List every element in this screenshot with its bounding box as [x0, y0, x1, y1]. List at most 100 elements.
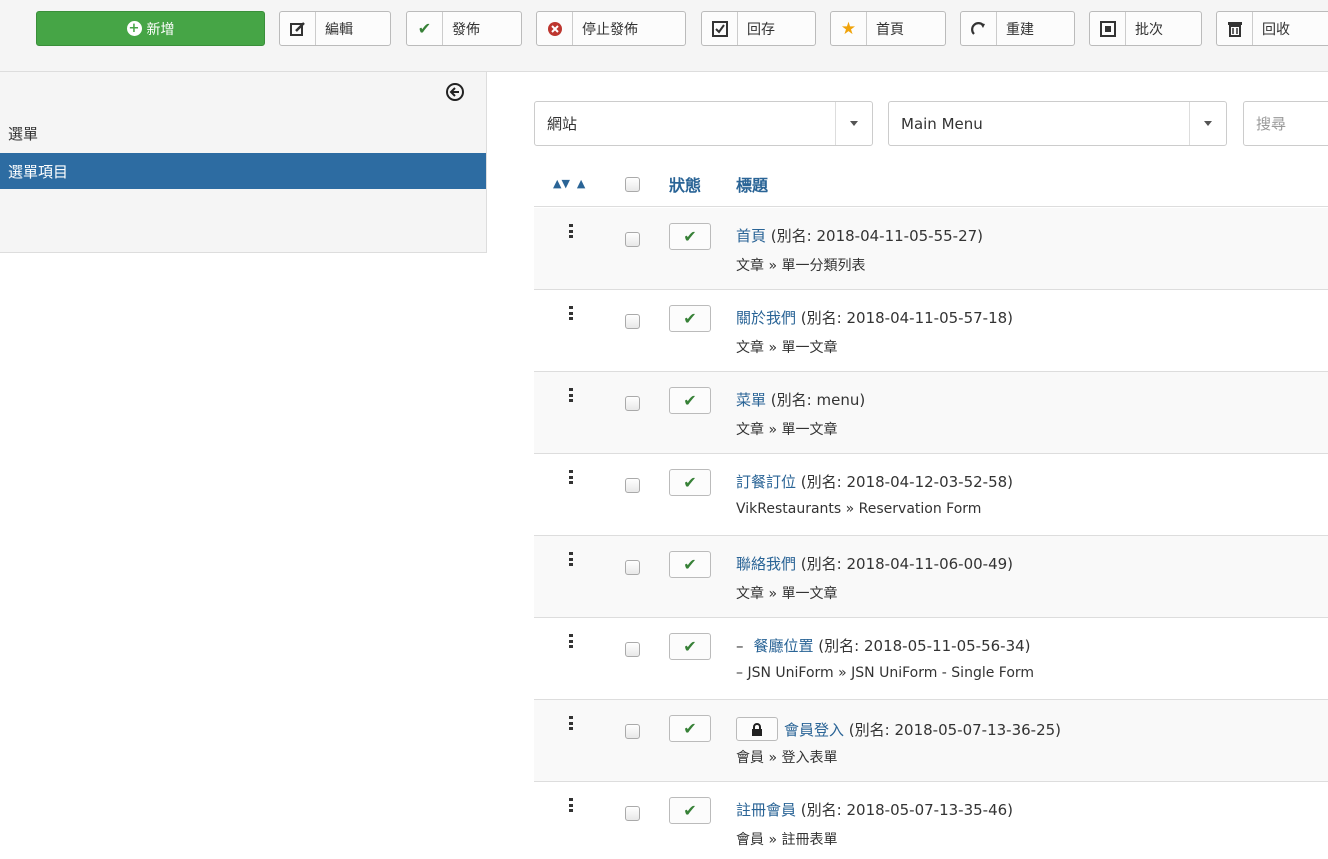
item-title-link[interactable]: 關於我們 [736, 307, 796, 328]
alias-value: 2018-04-12-03-52-58 [846, 473, 1008, 491]
trash-label: 回收 [1262, 21, 1290, 38]
item-alias: (別名: 2018-05-07-13-36-25) [844, 720, 1062, 739]
check-icon: ✔ [683, 390, 697, 410]
drag-handle-icon[interactable] [569, 470, 573, 484]
alias-value: 2018-04-11-05-55-27 [816, 227, 978, 245]
drag-handle-icon[interactable] [569, 716, 573, 730]
home-label: 首頁 [876, 21, 904, 38]
table-row: ✔ – 餐廳位置 (別名: 2018-05-11-05-56-34) – JSN Un… [534, 618, 1328, 700]
row-checkbox[interactable] [625, 806, 640, 821]
checkin-button[interactable]: 回存 [701, 11, 816, 46]
status-toggle-button[interactable]: ✔ [669, 551, 711, 578]
check-icon: ✔ [683, 718, 697, 738]
item-title-link[interactable]: 菜單 [736, 389, 766, 410]
item-type: 文章 » 單一文章 [736, 422, 838, 438]
rebuild-button[interactable]: 重建 [960, 11, 1075, 46]
check-icon: ✔ [683, 226, 697, 246]
status-toggle-button[interactable]: ✔ [669, 387, 711, 414]
sort-icon[interactable]: ▲▼ ▲ [553, 177, 585, 190]
table-row: ✔ 會員登入 (別名: 2018-05-07-13-36-25) 會員 » 登入表單 [534, 700, 1328, 782]
title-header[interactable]: 標題 [736, 172, 768, 196]
plus-circle-icon: + [126, 21, 142, 36]
status-toggle-button[interactable]: ✔ [669, 223, 711, 250]
item-title-link[interactable]: 聯絡我們 [736, 553, 796, 574]
item-alias: (別名: 2018-05-11-05-56-34) [813, 637, 1031, 655]
status-toggle-button[interactable]: ✔ [669, 305, 711, 332]
item-type: – JSN UniForm » JSN UniForm - Single For… [736, 665, 1035, 681]
row-checkbox[interactable] [625, 396, 640, 411]
row-checkbox[interactable] [625, 232, 640, 247]
item-alias: (別名: 2018-04-12-03-52-58) [796, 473, 1014, 491]
item-title-link[interactable]: 首頁 [736, 225, 766, 246]
alias-value: 2018-05-11-05-56-34 [863, 637, 1025, 655]
item-type: 文章 » 單一文章 [736, 586, 838, 602]
drag-handle-icon[interactable] [569, 634, 573, 648]
item-type: 文章 » 單一分類列表 [736, 258, 866, 274]
alias-value: 2018-05-07-13-36-25 [894, 720, 1056, 739]
status-header[interactable]: 狀態 [669, 172, 701, 196]
rebuild-label: 重建 [1006, 21, 1034, 38]
sidebar-item-menus[interactable]: 選單 [0, 115, 486, 151]
edit-button[interactable]: 編輯 [279, 11, 391, 46]
star-icon: ★ [831, 12, 867, 45]
drag-handle-icon[interactable] [569, 552, 573, 566]
status-toggle-button[interactable]: ✔ [669, 797, 711, 824]
table-row: ✔ 註冊會員 (別名: 2018-05-07-13-35-46) 會員 » 註冊表單 [534, 782, 1328, 859]
collapse-sidebar-icon[interactable] [445, 82, 465, 102]
status-toggle-button[interactable]: ✔ [669, 715, 711, 742]
item-alias: (別名: menu) [766, 391, 866, 409]
publish-button[interactable]: ✔ 發佈 [406, 11, 522, 46]
table-row: ✔ 關於我們 (別名: 2018-04-11-05-57-18) 文章 » 單一文章 [534, 290, 1328, 372]
drag-handle-icon[interactable] [569, 306, 573, 320]
drag-handle-icon[interactable] [569, 224, 573, 238]
item-title-link[interactable]: 註冊會員 [736, 799, 796, 820]
item-type: 會員 » 登入表單 [736, 750, 838, 766]
alias-label: 別名: [854, 720, 890, 739]
item-title-link[interactable]: 會員登入 [784, 719, 844, 740]
refresh-icon [961, 12, 997, 45]
item-title-line: – 餐廳位置 (別名: 2018-05-11-05-56-34) [736, 635, 1031, 656]
alias-label: 別名: [806, 555, 842, 573]
row-checkbox[interactable] [625, 478, 640, 493]
new-button[interactable]: + 新增 [36, 11, 265, 46]
edit-icon [280, 12, 316, 45]
drag-handle-icon[interactable] [569, 798, 573, 812]
check-icon: ✔ [683, 308, 697, 328]
lock-icon[interactable] [736, 717, 778, 741]
drag-handle-icon[interactable] [569, 388, 573, 402]
alias-label: 別名: [776, 227, 812, 245]
check-icon: ✔ [683, 554, 697, 574]
new-label: 新增 [146, 21, 175, 38]
row-checkbox[interactable] [625, 560, 640, 575]
menu-select-value: Main Menu [901, 114, 983, 133]
item-title-link[interactable]: 訂餐訂位 [736, 471, 796, 492]
status-toggle-button[interactable]: ✔ [669, 633, 711, 660]
alias-value: 2018-04-11-06-00-49 [846, 555, 1008, 573]
trash-icon [1217, 12, 1253, 45]
row-checkbox[interactable] [625, 314, 640, 329]
batch-button[interactable]: 批次 [1089, 11, 1202, 46]
unpublish-button[interactable]: 停止發佈 [536, 11, 686, 46]
item-title-link[interactable]: 餐廳位置 [754, 635, 814, 656]
row-checkbox[interactable] [625, 724, 640, 739]
toolbar: + 新增 編輯 ✔ 發佈 停止發佈 回存 ★ 首頁 重建 批次 回收 [0, 0, 1328, 72]
client-select[interactable]: 網站 [534, 101, 873, 146]
table-header: ▲▼ ▲ 狀態 標題 [534, 162, 1328, 207]
item-type: 會員 » 註冊表單 [736, 832, 838, 848]
menu-select[interactable]: Main Menu [888, 101, 1227, 146]
level-prefix: – [736, 636, 744, 655]
select-all-checkbox[interactable] [625, 177, 640, 192]
search-input[interactable]: 搜尋 [1243, 101, 1328, 146]
batch-label: 批次 [1135, 21, 1163, 38]
client-select-value: 網站 [547, 115, 578, 133]
sidebar-item-label: 選單項目 [8, 162, 69, 181]
sidebar-item-menu-items[interactable]: 選單項目 [0, 153, 486, 189]
check-icon: ✔ [683, 472, 697, 492]
item-title-line: 註冊會員 (別名: 2018-05-07-13-35-46) [736, 799, 1013, 820]
home-button[interactable]: ★ 首頁 [830, 11, 946, 46]
row-checkbox[interactable] [625, 642, 640, 657]
alias-label: 別名: [824, 637, 860, 655]
status-toggle-button[interactable]: ✔ [669, 469, 711, 496]
checkbox-icon [702, 12, 738, 45]
trash-button[interactable]: 回收 [1216, 11, 1328, 46]
